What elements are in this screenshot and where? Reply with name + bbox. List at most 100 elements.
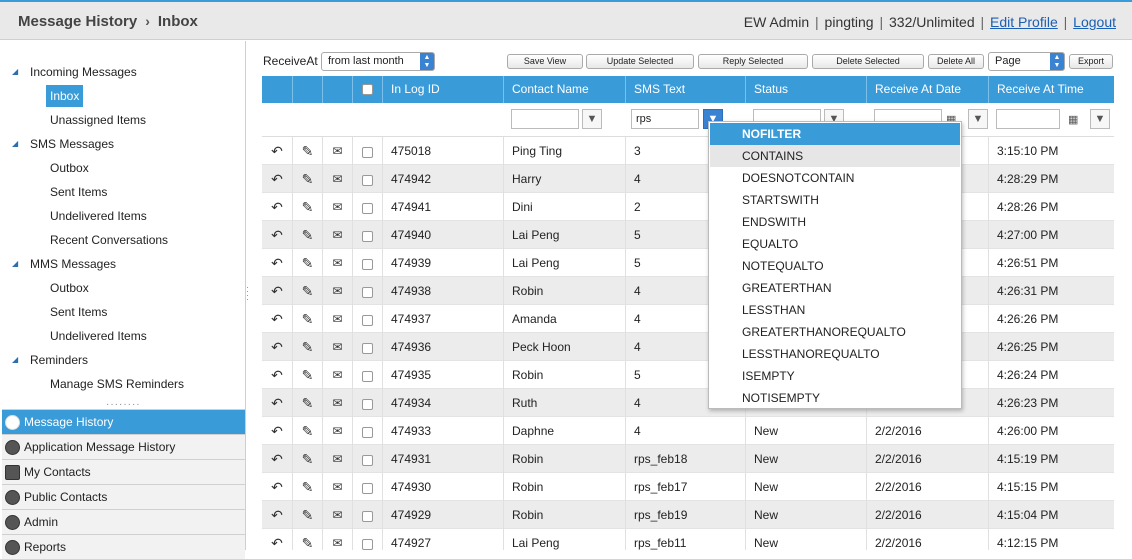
reply-selected-button[interactable]: Reply Selected	[698, 54, 808, 69]
tree-item-sms-undelivered[interactable]: Undelivered Items	[50, 205, 147, 227]
save-view-button[interactable]: Save View	[507, 54, 583, 69]
filter-option-notisempty[interactable]: NOTISEMPTY	[710, 387, 960, 409]
pencil-edit-icon[interactable]: ✎	[293, 193, 323, 221]
pencil-edit-icon[interactable]: ✎	[293, 221, 323, 249]
filter-icon[interactable]: ▼	[968, 109, 988, 129]
filter-option-isempty[interactable]: ISEMPTY	[710, 365, 960, 387]
conversation-icon[interactable]: ✉	[323, 305, 353, 333]
tree-item-mms-sent[interactable]: Sent Items	[50, 301, 107, 323]
conversation-icon[interactable]: ✉	[323, 529, 353, 550]
receive-at-select[interactable]: from last month ▲ ▼	[321, 52, 435, 71]
edit-profile-link[interactable]: Edit Profile	[990, 14, 1058, 30]
filter-option-equalto[interactable]: EQUALTO	[710, 233, 960, 255]
row-checkbox[interactable]	[362, 258, 373, 270]
row-checkbox[interactable]	[362, 454, 373, 466]
reply-arrow-icon[interactable]: ↶	[262, 417, 293, 445]
reply-arrow-icon[interactable]: ↶	[262, 333, 293, 361]
conversation-icon[interactable]: ✉	[323, 417, 353, 445]
accordion-reports[interactable]: Reports	[2, 534, 245, 559]
accordion-public-contacts[interactable]: Public Contacts	[2, 484, 245, 509]
pencil-edit-icon[interactable]: ✎	[293, 473, 323, 501]
table-row[interactable]: ↶ ✎ ✉ 474938 Robin 4 4:26:31 PM	[262, 277, 1114, 305]
export-button[interactable]: Export	[1069, 54, 1113, 69]
table-row[interactable]: ↶ ✎ ✉ 474933 Daphne 4 New 2/2/2016 4:26:00 PM	[262, 417, 1114, 445]
reply-arrow-icon[interactable]: ↶	[262, 389, 293, 417]
conversation-icon[interactable]: ✉	[323, 361, 353, 389]
delete-all-button[interactable]: Delete All	[928, 54, 984, 69]
conversation-icon[interactable]: ✉	[323, 333, 353, 361]
page-select[interactable]: Page ▲ ▼	[988, 52, 1065, 71]
filter-option-doesnotcontain[interactable]: DOESNOTCONTAIN	[710, 167, 960, 189]
contact-name-filter-input[interactable]	[511, 109, 579, 129]
header-contact-name[interactable]: Contact Name	[504, 76, 626, 103]
tree-group-reminders[interactable]: ◢ Reminders	[12, 349, 88, 371]
pencil-edit-icon[interactable]: ✎	[293, 361, 323, 389]
reply-arrow-icon[interactable]: ↶	[262, 501, 293, 529]
tree-item-recent-conversations[interactable]: Recent Conversations	[50, 229, 168, 251]
filter-option-nofilter[interactable]: NOFILTER	[710, 123, 960, 145]
sms-text-filter-input[interactable]: rps	[631, 109, 699, 129]
row-checkbox[interactable]	[362, 146, 373, 158]
tree-group-mms[interactable]: ◢ MMS Messages	[12, 253, 116, 275]
conversation-icon[interactable]: ✉	[323, 221, 353, 249]
vertical-splitter[interactable]: · · · ·	[246, 283, 250, 304]
accordion-message-history[interactable]: Message History	[2, 409, 245, 434]
conversation-icon[interactable]: ✉	[323, 193, 353, 221]
row-checkbox[interactable]	[362, 286, 373, 298]
expand-triangle-icon[interactable]: ◢	[12, 133, 18, 155]
reply-arrow-icon[interactable]: ↶	[262, 529, 293, 550]
row-checkbox[interactable]	[362, 538, 373, 550]
table-row[interactable]: ↶ ✎ ✉ 474930 Robin rps_feb17 New 2/2/2016 4:15:1…	[262, 473, 1114, 501]
tree-group-sms[interactable]: ◢ SMS Messages	[12, 133, 114, 155]
pencil-edit-icon[interactable]: ✎	[293, 277, 323, 305]
row-checkbox[interactable]	[362, 230, 373, 242]
pencil-edit-icon[interactable]: ✎	[293, 529, 323, 550]
conversation-icon[interactable]: ✉	[323, 445, 353, 473]
filter-option-lessthan[interactable]: LESSTHAN	[710, 299, 960, 321]
filter-option-greaterthan[interactable]: GREATERTHAN	[710, 277, 960, 299]
reply-arrow-icon[interactable]: ↶	[262, 137, 293, 165]
header-in-log-id[interactable]: In Log ID	[383, 76, 504, 103]
reply-arrow-icon[interactable]: ↶	[262, 305, 293, 333]
conversation-icon[interactable]: ✉	[323, 501, 353, 529]
row-checkbox[interactable]	[362, 426, 373, 438]
table-row[interactable]: ↶ ✎ ✉ 474942 Harry 4 4:28:29 PM	[262, 165, 1114, 193]
header-sms-text[interactable]: SMS Text	[626, 76, 746, 103]
table-row[interactable]: ↶ ✎ ✉ 474936 Peck Hoon 4 4:26:25 PM	[262, 333, 1114, 361]
conversation-icon[interactable]: ✉	[323, 165, 353, 193]
table-row[interactable]: ↶ ✎ ✉ 474927 Lai Peng rps_feb11 New 2/2/2016 4:1…	[262, 529, 1114, 550]
table-row[interactable]: ↶ ✎ ✉ 474939 Lai Peng 5 4:26:51 PM	[262, 249, 1114, 277]
reply-arrow-icon[interactable]: ↶	[262, 277, 293, 305]
reply-arrow-icon[interactable]: ↶	[262, 249, 293, 277]
reply-arrow-icon[interactable]: ↶	[262, 193, 293, 221]
row-checkbox[interactable]	[362, 370, 373, 382]
reply-arrow-icon[interactable]: ↶	[262, 361, 293, 389]
reply-arrow-icon[interactable]: ↶	[262, 221, 293, 249]
expand-triangle-icon[interactable]: ◢	[12, 253, 18, 275]
tree-item-mms-undelivered[interactable]: Undelivered Items	[50, 325, 147, 347]
conversation-icon[interactable]: ✉	[323, 389, 353, 417]
header-receive-time[interactable]: Receive At Time	[989, 76, 1114, 103]
clock-icon[interactable]: ▦	[1068, 113, 1078, 126]
tree-item-inbox[interactable]: Inbox	[46, 85, 84, 107]
conversation-icon[interactable]: ✉	[323, 473, 353, 501]
accordion-admin[interactable]: Admin	[2, 509, 245, 534]
table-row[interactable]: ↶ ✎ ✉ 474934 Ruth 4 4:26:23 PM	[262, 389, 1114, 417]
row-checkbox[interactable]	[362, 174, 373, 186]
row-checkbox[interactable]	[362, 314, 373, 326]
filter-icon[interactable]: ▼	[582, 109, 602, 129]
reply-arrow-icon[interactable]: ↶	[262, 473, 293, 501]
row-checkbox[interactable]	[362, 510, 373, 522]
reply-arrow-icon[interactable]: ↶	[262, 165, 293, 193]
accordion-app-message-history[interactable]: Application Message History	[2, 434, 245, 459]
filter-option-notequalto[interactable]: NOTEQUALTO	[710, 255, 960, 277]
table-row[interactable]: ↶ ✎ ✉ 475018 Ping Ting 3 3:15:10 PM	[262, 137, 1114, 165]
select-all-checkbox[interactable]	[362, 84, 373, 96]
pencil-edit-icon[interactable]: ✎	[293, 333, 323, 361]
delete-selected-button[interactable]: Delete Selected	[812, 54, 924, 69]
row-checkbox[interactable]	[362, 398, 373, 410]
pencil-edit-icon[interactable]: ✎	[293, 165, 323, 193]
table-row[interactable]: ↶ ✎ ✉ 474929 Robin rps_feb19 New 2/2/2016 4:15:0…	[262, 501, 1114, 529]
pencil-edit-icon[interactable]: ✎	[293, 305, 323, 333]
pencil-edit-icon[interactable]: ✎	[293, 389, 323, 417]
